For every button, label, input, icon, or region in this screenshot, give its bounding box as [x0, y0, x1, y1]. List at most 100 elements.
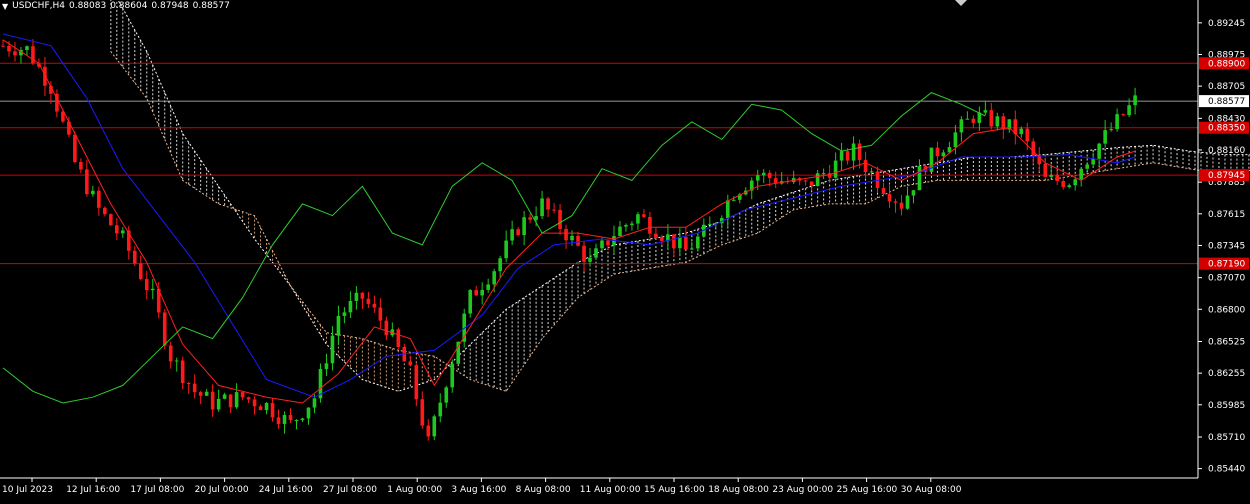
candle-body: [971, 118, 976, 123]
chart-header: ▼ USDCHF,H4 0.88083 0.88604 0.87948 0.88…: [2, 1, 230, 11]
candle-body: [588, 257, 592, 262]
candle-body: [366, 298, 371, 304]
candle-body: [600, 240, 604, 249]
tenkan-sen-line: [2, 39, 1136, 404]
price-tick-label: 0.88160: [1208, 146, 1245, 156]
candle-body: [468, 290, 473, 314]
candle-body: [186, 382, 191, 384]
candle-body: [761, 172, 766, 176]
candle-body: [192, 383, 197, 393]
candle-body: [91, 190, 95, 195]
candle-body: [1049, 175, 1054, 177]
candle-body: [887, 193, 892, 202]
candle-body: [1121, 114, 1125, 116]
price-tick-label: 0.86800: [1208, 305, 1245, 315]
candle-body: [594, 248, 598, 258]
candle-body: [725, 200, 730, 219]
kijun-sen-line: [2, 33, 1136, 398]
candle-body: [983, 110, 988, 113]
candle-body: [282, 414, 287, 424]
candle-body: [132, 250, 137, 264]
candle-body: [1085, 164, 1089, 169]
dropdown-triangle-icon[interactable]: ▼: [2, 2, 8, 11]
candle-body: [1133, 95, 1137, 106]
candle-body: [252, 399, 257, 407]
candle-body: [540, 198, 544, 217]
candle-body: [941, 152, 946, 157]
candle-body: [246, 397, 251, 400]
candle-body: [396, 329, 401, 347]
candle-body: [576, 235, 580, 246]
time-tick-label: 24 Jul 16:00: [259, 485, 313, 495]
candle-body: [336, 315, 341, 336]
candle-body: [480, 289, 484, 296]
candle-body: [965, 118, 970, 120]
low-value: 0.87948: [151, 1, 189, 11]
candle-body: [492, 271, 496, 285]
senkou-span-a: [117, 0, 1250, 392]
candle-body: [408, 361, 413, 366]
candle-body: [845, 151, 850, 161]
candle-body: [893, 201, 898, 203]
candle-body: [79, 161, 83, 170]
candle-body: [863, 160, 868, 172]
time-tick-label: 12 Jul 16:00: [66, 485, 120, 495]
candle-body: [857, 143, 862, 161]
time-tick-label: 30 Aug 08:00: [901, 485, 962, 495]
candle-body: [25, 46, 29, 50]
chart-area[interactable]: ▼ USDCHF,H4 0.88083 0.88604 0.87948 0.88…: [0, 0, 1250, 500]
price-tick-label: 0.86525: [1208, 338, 1245, 348]
candle-body: [1, 45, 5, 47]
candle-body: [168, 345, 173, 362]
candle-body: [162, 312, 167, 346]
time-tick-label: 15 Aug 16:00: [644, 485, 705, 495]
candle-body: [630, 223, 634, 226]
candle-body: [642, 214, 646, 217]
candle-body: [648, 216, 652, 234]
candle-body: [1097, 143, 1101, 159]
open-value: 0.88083: [68, 1, 107, 11]
time-tick-label: 10 Jul 2023: [2, 485, 53, 495]
candle-body: [684, 237, 688, 250]
candle-body: [222, 394, 227, 399]
candle-body: [294, 420, 299, 422]
candle-body: [13, 51, 17, 56]
candle-body: [1055, 175, 1060, 181]
candle-body: [258, 406, 263, 411]
candle-body: [450, 363, 455, 388]
candle-body: [516, 229, 520, 236]
time-tick-label: 25 Aug 16:00: [837, 485, 898, 495]
candle-body: [1073, 179, 1078, 186]
candle-body: [1001, 116, 1006, 130]
candle-body: [552, 209, 556, 211]
candle-body: [1025, 128, 1030, 142]
candle-body: [306, 407, 311, 419]
candle-body: [654, 233, 658, 239]
candle-body: [109, 214, 113, 226]
price-tick-label: 0.87615: [1208, 210, 1245, 220]
price-tick-label: 0.87070: [1208, 274, 1245, 284]
candle-body: [995, 116, 1000, 127]
candle-body: [85, 169, 89, 195]
candle-body: [324, 363, 329, 370]
candle-body: [696, 236, 700, 249]
candle-body: [522, 217, 526, 236]
candle-body: [935, 147, 940, 157]
chikou-span-line: [2, 92, 986, 404]
candle-body: [180, 360, 185, 383]
candle-body: [43, 66, 47, 86]
candle-body: [731, 199, 736, 201]
candle-body: [899, 202, 904, 209]
chart-shift-icon: [955, 0, 967, 6]
candle-body: [690, 248, 694, 250]
candle-body: [636, 214, 640, 224]
chart-svg: 0.892450.889750.887050.884300.881600.878…: [0, 0, 1250, 495]
candle-body: [1115, 114, 1119, 130]
candle-body: [534, 216, 538, 220]
candle-body: [234, 392, 239, 408]
candle-body: [767, 172, 772, 179]
time-tick-label: 27 Jul 08:00: [323, 485, 377, 495]
candle-body: [558, 209, 562, 229]
candle-body: [917, 166, 922, 191]
candle-body: [97, 190, 101, 208]
